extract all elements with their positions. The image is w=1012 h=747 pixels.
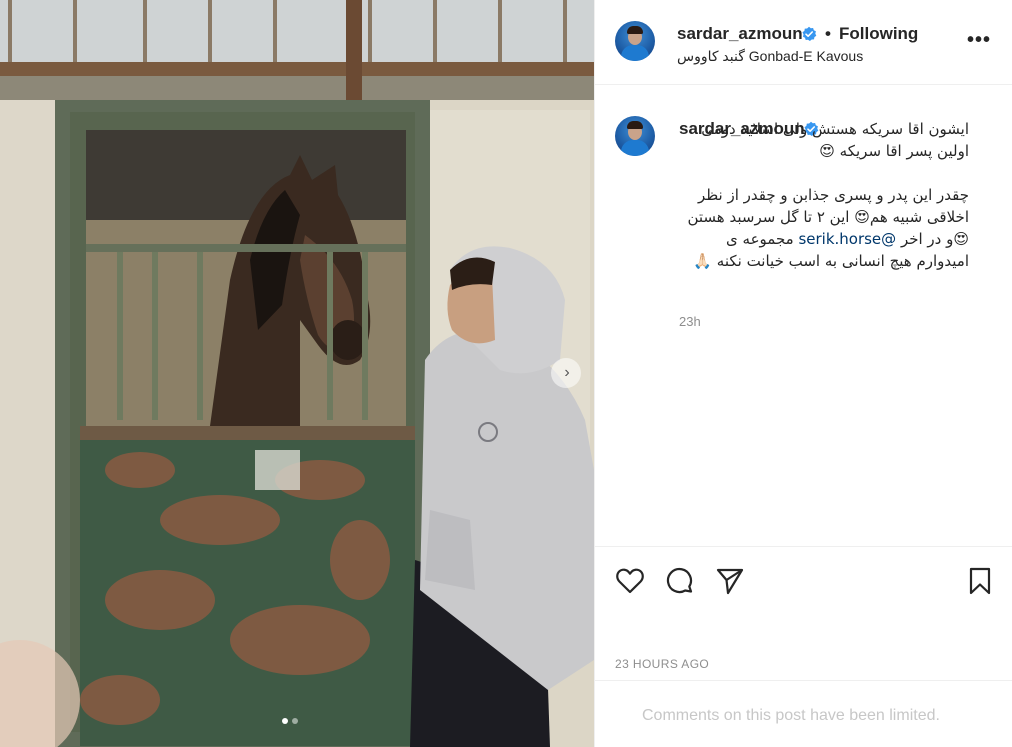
caption-paragraph: ایشون اقا سریکه هستش ولی اسلاید دومی اول…	[701, 120, 969, 160]
following-button[interactable]: Following	[839, 24, 918, 44]
post-photo[interactable]: ›	[0, 0, 594, 747]
verified-badge-icon	[802, 26, 817, 41]
carousel-dot-active	[282, 718, 288, 724]
post-timestamp[interactable]: 23 HOURS AGO	[615, 657, 709, 671]
more-horizontal-icon[interactable]: •••	[967, 30, 991, 50]
caption-age: 23h	[679, 314, 701, 329]
post-side-panel: sardar_azmoun • Following گنبد کاووس Gon…	[594, 0, 1012, 747]
caption-text: ایشون اقا سریکه هستش ولی اسلاید دومی اول…	[684, 118, 969, 294]
carousel-dots	[282, 718, 298, 724]
send-icon[interactable]	[715, 567, 745, 595]
action-bar: 23 HOURS AGO	[595, 546, 1012, 680]
bookmark-icon[interactable]	[968, 567, 992, 595]
header-username[interactable]: sardar_azmoun	[677, 24, 803, 44]
heart-icon[interactable]	[615, 567, 645, 595]
comments-limited-notice: Comments on this post have been limited.	[642, 707, 940, 724]
comment-icon[interactable]	[665, 567, 695, 597]
carousel-next-button[interactable]: ›	[551, 358, 581, 388]
caption-paragraph: چقدر این پدر و پسری جذابن و چقدر از نظر …	[684, 184, 969, 272]
chevron-right-icon: ›	[564, 364, 570, 381]
carousel-dot	[292, 718, 298, 724]
avatar[interactable]	[615, 21, 655, 61]
caption-row: sardar_azmoun ایشون اقا سریکه هستش ولی ا…	[595, 86, 1012, 546]
stable-photo-illustration	[0, 0, 594, 747]
caption-avatar[interactable]	[615, 116, 655, 156]
mention-link[interactable]: @serik.horse	[798, 230, 896, 248]
comments-limited-row: Comments on this post have been limited.	[595, 680, 1012, 747]
separator-dot: •	[825, 24, 831, 43]
post-header: sardar_azmoun • Following گنبد کاووس Gon…	[595, 0, 1012, 85]
location-link[interactable]: گنبد کاووس Gonbad-E Kavous	[677, 48, 863, 65]
